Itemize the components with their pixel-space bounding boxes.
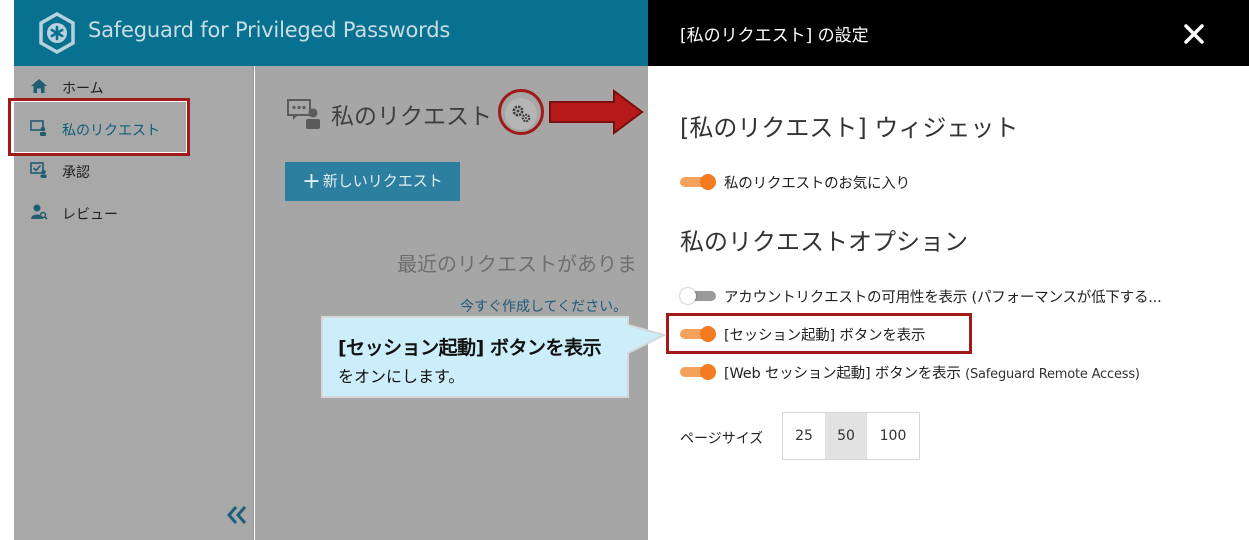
web-session-label-sub: (Safeguard Remote Access) bbox=[965, 367, 1140, 382]
sidebar-item-approval[interactable]: 承認 bbox=[14, 152, 254, 188]
callout-title: [セッション起動] ボタンを表示 bbox=[338, 337, 601, 359]
widget-section-title: [私のリクエスト] ウィジェット bbox=[680, 114, 1019, 142]
home-icon bbox=[31, 79, 47, 93]
settings-panel-title: [私のリクエスト] の設定 bbox=[680, 26, 869, 46]
approval-icon bbox=[30, 162, 47, 178]
annotation-highlight-sidebar bbox=[8, 98, 190, 156]
new-request-button[interactable]: + 新しいリクエスト bbox=[285, 162, 460, 201]
annotation-highlight-option bbox=[666, 313, 972, 354]
main-content: 私のリクエスト + 新しいリクエスト 最近のリクエストがありま 今すぐ作成してくだ… bbox=[255, 66, 648, 540]
availability-toggle[interactable] bbox=[680, 288, 716, 304]
plus-icon: + bbox=[302, 169, 321, 194]
page-size-25-button[interactable]: 25 bbox=[783, 413, 825, 459]
my-requests-page-icon bbox=[287, 99, 320, 129]
sidebar-item-label: ホーム bbox=[62, 81, 104, 97]
sidebar-item-review[interactable]: レビュー bbox=[14, 194, 254, 230]
collapse-sidebar-icon[interactable] bbox=[224, 502, 250, 528]
app-window: Safeguard for Privileged Passwords ホーム 私… bbox=[14, 0, 648, 540]
app-title: Safeguard for Privileged Passwords bbox=[88, 18, 451, 42]
close-icon[interactable] bbox=[1178, 18, 1210, 50]
new-request-label: 新しいリクエスト bbox=[322, 172, 443, 190]
app-header: Safeguard for Privileged Passwords bbox=[14, 0, 648, 66]
page-title: 私のリクエスト bbox=[331, 104, 492, 130]
favorites-toggle[interactable] bbox=[680, 174, 716, 190]
favorites-toggle-row: 私のリクエストのお気に入り bbox=[680, 169, 1240, 195]
page-size-100-button[interactable]: 100 bbox=[867, 413, 919, 459]
annotation-arrow-icon bbox=[549, 89, 644, 135]
options-section-title: 私のリクエストオプション bbox=[680, 228, 968, 256]
settings-panel: [私のリクエスト] の設定 [私のリクエスト] ウィジェット 私のリクエストのお… bbox=[648, 0, 1249, 540]
page-size-selector: 25 50 100 bbox=[782, 412, 920, 460]
web-session-toggle[interactable] bbox=[680, 364, 716, 380]
annotation-highlight-gear bbox=[498, 89, 544, 135]
web-session-toggle-row: [Web セッション起動] ボタンを表示 (Safeguard Remote A… bbox=[680, 359, 1240, 385]
availability-toggle-label: アカウントリクエストの可用性を表示 (パフォーマンスが低下する... bbox=[724, 290, 1162, 306]
review-icon bbox=[31, 204, 48, 220]
settings-panel-header: [私のリクエスト] の設定 bbox=[648, 0, 1249, 66]
page-size-label: ページサイズ bbox=[680, 431, 764, 447]
callout-body: をオンにします。 bbox=[338, 367, 465, 386]
web-session-label-main: [Web セッション起動] ボタンを表示 bbox=[724, 366, 961, 382]
safeguard-logo-icon bbox=[39, 12, 75, 54]
favorites-toggle-label: 私のリクエストのお気に入り bbox=[724, 176, 910, 192]
availability-toggle-row: アカウントリクエストの可用性を表示 (パフォーマンスが低下する... bbox=[680, 283, 1240, 309]
sidebar-item-label: レビュー bbox=[62, 207, 118, 223]
empty-state-message: 最近のリクエストがありま bbox=[397, 252, 637, 276]
page-size-50-button[interactable]: 50 bbox=[825, 413, 867, 459]
sidebar-item-label: 承認 bbox=[62, 165, 90, 181]
web-session-toggle-label: [Web セッション起動] ボタンを表示 (Safeguard Remote A… bbox=[724, 362, 1140, 383]
